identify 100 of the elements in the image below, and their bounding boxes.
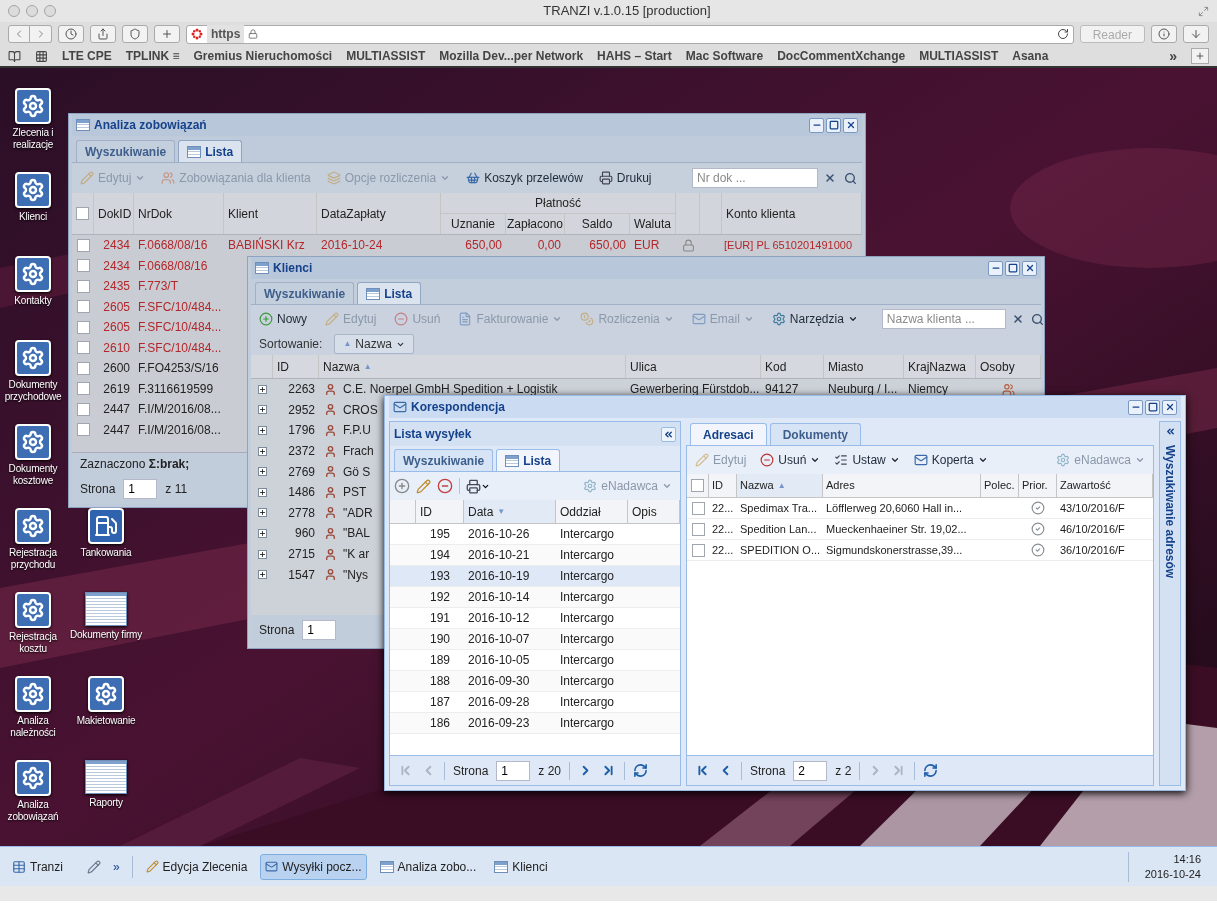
desktop-shortcut[interactable]: Rejestracja kosztu [2, 592, 64, 676]
column-header[interactable]: Opis [632, 502, 657, 521]
overflow-button[interactable]: » [108, 857, 124, 876]
checkbox[interactable] [76, 320, 90, 334]
checkbox[interactable] [691, 479, 704, 492]
desktop-shortcut[interactable]: Analiza należności [2, 676, 64, 760]
column-header[interactable]: Saldo [581, 214, 613, 233]
desktop-shortcut[interactable]: Analiza zobowiązań [2, 760, 64, 844]
column-header[interactable]: Nazwa [323, 357, 360, 376]
desktop-shortcut[interactable]: Klienci [2, 172, 64, 256]
toolbar-button[interactable]: Drukuj [594, 169, 656, 187]
column-header[interactable]: Nazwa [740, 477, 774, 494]
search-field[interactable]: Nr dok ... [692, 168, 818, 188]
table-row[interactable]: 192 2016-10-14 Intercargo [390, 587, 680, 608]
column-header[interactable]: Zawartość [1060, 477, 1111, 494]
toolbar-button[interactable]: Ustaw [830, 451, 904, 469]
bookmarks-icon[interactable] [8, 49, 21, 63]
checkbox[interactable] [76, 207, 89, 220]
maximize-button[interactable] [1145, 399, 1160, 415]
checkbox[interactable] [76, 423, 90, 437]
checkbox[interactable] [76, 402, 90, 416]
address-field[interactable]: https [186, 24, 1074, 44]
expand-icon[interactable] [257, 487, 267, 497]
table-row[interactable]: 194 2016-10-21 Intercargo [390, 545, 680, 566]
minimize-button[interactable] [988, 260, 1003, 276]
expand-icon[interactable] [257, 549, 267, 559]
column-header[interactable]: ID [712, 477, 723, 494]
close-button[interactable] [1022, 260, 1037, 276]
checkbox[interactable] [76, 361, 90, 375]
history-button[interactable] [58, 25, 84, 43]
maximize-button[interactable] [826, 117, 841, 133]
task-button[interactable]: Edycja Zlecenia [140, 853, 253, 880]
maximize-button[interactable] [1005, 260, 1020, 276]
bookmark-link[interactable]: Mac Software [685, 47, 764, 65]
bookmark-link[interactable]: DocCommentXchange [777, 47, 906, 65]
checkbox[interactable] [76, 238, 90, 252]
toolbar-button[interactable]: Narzędzia [767, 310, 862, 328]
column-header[interactable]: Polec. [984, 477, 1015, 494]
desktop-shortcut[interactable]: Kontakty [2, 256, 64, 340]
expand-icon[interactable] [257, 405, 267, 415]
desktop-shortcut[interactable]: Dokumenty przychodowe [2, 340, 64, 424]
minimize-button[interactable] [1128, 399, 1143, 415]
column-header[interactable]: DokID [98, 204, 132, 223]
extension-button[interactable] [122, 25, 148, 43]
column-header[interactable]: Adres [826, 477, 855, 494]
sort-button[interactable]: ▲ Nazwa [334, 334, 414, 354]
toolbar-button[interactable]: Usuń [756, 451, 825, 469]
checkbox[interactable] [76, 279, 90, 293]
more-bookmarks-button[interactable]: » [1169, 45, 1177, 67]
page-field[interactable]: 2 [793, 760, 828, 781]
column-header[interactable]: Ulica [630, 357, 657, 376]
quick-launch-button[interactable] [86, 859, 101, 874]
table-row[interactable]: 193 2016-10-19 Intercargo [390, 566, 680, 587]
column-header[interactable]: NrDok [138, 204, 172, 223]
refresh-button[interactable] [633, 763, 649, 778]
checkbox[interactable] [76, 300, 90, 314]
column-header[interactable]: Waluta [634, 214, 671, 233]
fullscreen-button[interactable] [1198, 5, 1209, 17]
table-row[interactable]: 190 2016-10-07 Intercargo [390, 629, 680, 650]
toolbar-button[interactable]: Nowy [255, 310, 311, 328]
expand-icon[interactable] [257, 446, 267, 456]
start-button[interactable]: Tranzi [8, 857, 67, 876]
column-header[interactable]: Miasto [828, 357, 864, 376]
tab[interactable]: Wyszukiwanie [394, 449, 494, 471]
desktop-shortcut[interactable]: Raporty [68, 760, 144, 844]
expand-icon[interactable] [257, 384, 267, 394]
column-header[interactable]: Prior. [1022, 477, 1048, 494]
desktop-shortcut[interactable]: Dokumenty firmy [68, 592, 144, 676]
table-row[interactable]: 188 2016-09-30 Intercargo [390, 671, 680, 692]
desktop-shortcut[interactable]: Dokumenty kosztowe [2, 424, 64, 508]
collapse-button[interactable] [661, 426, 676, 442]
delete-button[interactable] [437, 478, 453, 494]
bookmark-link[interactable]: Asana [1012, 47, 1049, 65]
checkbox[interactable] [691, 501, 705, 515]
column-header[interactable]: Data [468, 502, 494, 521]
close-button[interactable] [843, 117, 858, 133]
bookmark-link[interactable]: HAHS – Start [597, 47, 672, 65]
column-header[interactable]: Uznanie [451, 214, 495, 233]
tab[interactable]: Wyszukiwanie [76, 140, 176, 162]
column-header[interactable]: Oddział [560, 502, 601, 521]
page-field[interactable]: 1 [123, 479, 158, 499]
checkbox[interactable] [76, 341, 90, 355]
info-button[interactable] [1151, 25, 1177, 43]
task-button[interactable]: Klienci [489, 853, 553, 880]
column-header[interactable]: Konto klienta [726, 204, 796, 223]
tab[interactable]: Lista [496, 449, 561, 471]
desktop-shortcut[interactable]: Makietowanie [68, 676, 144, 760]
expand-icon[interactable] [257, 570, 267, 580]
add-button[interactable] [394, 478, 410, 494]
checkbox[interactable] [76, 259, 90, 273]
column-header[interactable]: ID [277, 357, 289, 376]
task-button[interactable]: Analiza zobo... [374, 853, 482, 880]
tab[interactable]: Lista [178, 140, 243, 162]
column-header[interactable]: Klient [228, 204, 259, 223]
bookmark-link[interactable]: TPLINK ≡ [125, 47, 180, 65]
bookmark-link[interactable]: MULTIASSIST [346, 47, 426, 65]
tab[interactable]: Wyszukiwanie [255, 282, 355, 304]
bookmark-link[interactable]: MULTIASSIST [919, 47, 999, 65]
expand-icon[interactable] [257, 508, 267, 518]
bookmark-link[interactable]: Gremius Nieruchomości [193, 47, 333, 65]
